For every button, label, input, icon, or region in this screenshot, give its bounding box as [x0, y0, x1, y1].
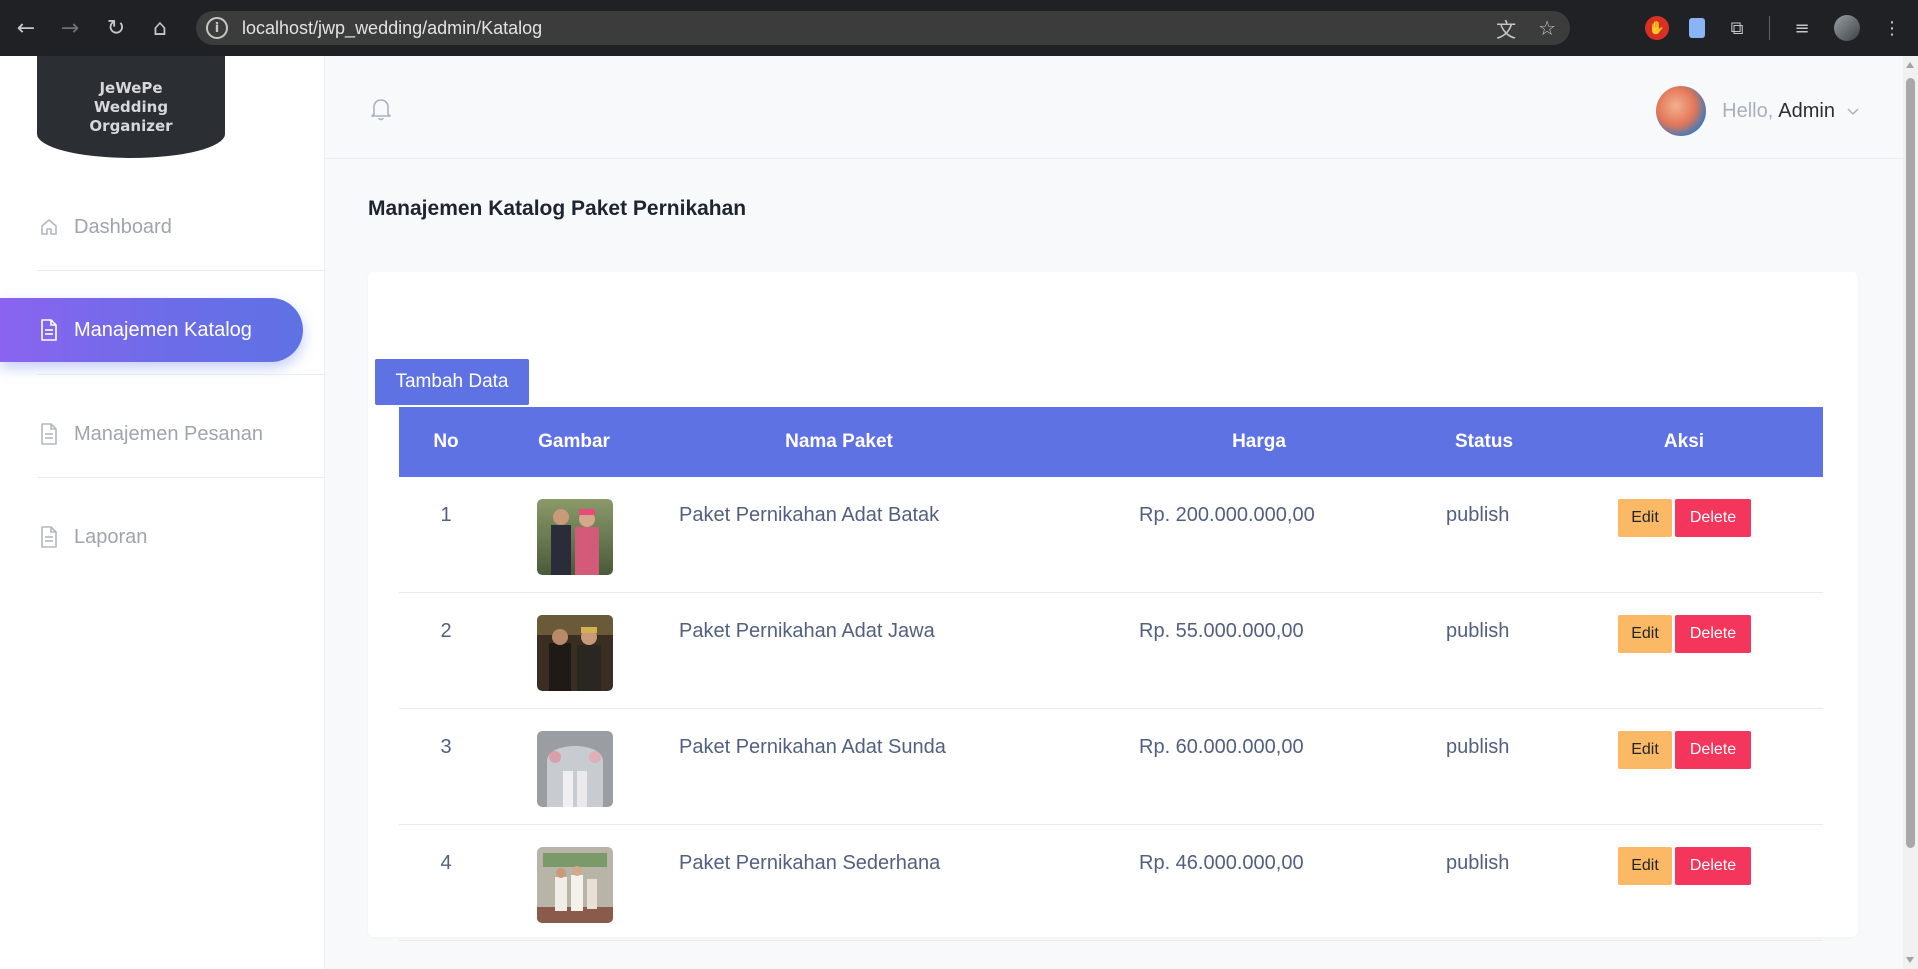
- row-number: 2: [440, 620, 452, 642]
- table-row: 4 Paket Pernikahan Sederhana Rp. 46.000.…: [399, 825, 1823, 941]
- bell-icon[interactable]: [369, 96, 393, 122]
- home-icon: [38, 216, 60, 238]
- edit-button[interactable]: Edit: [1618, 499, 1672, 537]
- logo[interactable]: JeWePe Wedding Organizer: [37, 56, 225, 158]
- table-row: 3 Paket Pernikahan Adat Sunda Rp. 60.000…: [399, 709, 1823, 825]
- avatar[interactable]: [1656, 86, 1707, 136]
- main-content: Hello, Admin Manajemen Katalog Paket Per…: [325, 56, 1903, 969]
- delete-button[interactable]: Delete: [1675, 847, 1751, 885]
- extension-blue-icon[interactable]: [1689, 18, 1705, 38]
- package-price: Rp. 46.000.000,00: [1139, 852, 1304, 874]
- column-header-nama-paket: Nama Paket: [785, 431, 893, 452]
- sidebar-divider: [37, 477, 325, 478]
- document-icon: [38, 423, 60, 445]
- row-number: 1: [440, 504, 452, 526]
- document-icon: [38, 526, 60, 548]
- address-bar[interactable]: i localhost/jwp_wedding/admin/Katalog 文 …: [196, 11, 1570, 45]
- media-control-icon[interactable]: ≡: [1790, 16, 1814, 40]
- home-icon[interactable]: ⌂: [138, 0, 182, 56]
- sidebar-item-label: Manajemen Pesanan: [74, 422, 264, 445]
- package-status: publish: [1446, 736, 1510, 758]
- page-scrollbar[interactable]: [1903, 56, 1918, 969]
- package-status: publish: [1446, 504, 1510, 526]
- scroll-up-icon[interactable]: [1906, 62, 1914, 68]
- table-row: 1 Paket Pernikahan Adat Batak Rp. 200.00…: [399, 477, 1823, 593]
- package-image: [537, 731, 613, 807]
- sidebar-item-dashboard[interactable]: Dashboard: [0, 195, 325, 259]
- package-name: Paket Pernikahan Adat Sunda: [679, 736, 946, 758]
- package-image: [537, 499, 613, 575]
- package-price: Rp. 55.000.000,00: [1139, 620, 1304, 642]
- site-info-icon[interactable]: i: [206, 17, 228, 39]
- extension-red-icon[interactable]: ✋: [1645, 16, 1669, 40]
- package-price: Rp. 60.000.000,00: [1139, 736, 1304, 758]
- package-name: Paket Pernikahan Adat Batak: [679, 504, 940, 526]
- column-header-harga: Harga: [1232, 431, 1286, 452]
- profile-icon[interactable]: [1834, 15, 1860, 41]
- translate-icon[interactable]: 文: [1496, 14, 1516, 43]
- delete-button[interactable]: Delete: [1675, 731, 1751, 769]
- sidebar-item-label: Manajemen Katalog: [74, 318, 252, 341]
- column-header-status: Status: [1454, 431, 1514, 452]
- package-image: [537, 847, 613, 923]
- column-header-aksi: Aksi: [1663, 431, 1705, 452]
- bookmark-star-icon[interactable]: ☆: [1538, 16, 1556, 40]
- sidebar-item-label: Laporan: [74, 525, 148, 548]
- delete-button[interactable]: Delete: [1675, 499, 1751, 537]
- username: Admin: [1778, 99, 1835, 122]
- edit-button[interactable]: Edit: [1618, 615, 1672, 653]
- row-number: 3: [440, 736, 452, 758]
- package-status: publish: [1446, 620, 1510, 642]
- url-text[interactable]: localhost/jwp_wedding/admin/Katalog: [242, 18, 542, 39]
- browser-toolbar: ← → ↻ ⌂ i localhost/jwp_wedding/admin/Ka…: [0, 0, 1918, 56]
- sidebar-item-label: Dashboard: [74, 215, 172, 238]
- sidebar-divider: [37, 270, 325, 271]
- table-row: 2 Paket Pernikahan Adat Jawa Rp. 55.000.…: [399, 593, 1823, 709]
- sidebar-item-manajemen-katalog[interactable]: Manajemen Katalog: [0, 298, 303, 362]
- top-header: Hello, Admin: [325, 56, 1903, 159]
- sidebar-item-laporan[interactable]: Laporan: [0, 505, 325, 569]
- package-name: Paket Pernikahan Adat Jawa: [679, 620, 935, 642]
- more-menu-icon[interactable]: ⋮: [1880, 16, 1904, 40]
- sidebar: JeWePe Wedding Organizer Dashboard Manaj…: [0, 56, 325, 969]
- extensions-puzzle-icon[interactable]: ⧉: [1725, 16, 1749, 40]
- package-image: [537, 615, 613, 691]
- forward-icon[interactable]: →: [48, 0, 92, 56]
- toolbar-separator: [1769, 16, 1770, 40]
- chevron-down-icon[interactable]: [1847, 105, 1859, 117]
- user-menu[interactable]: Hello, Admin: [1656, 86, 1859, 136]
- sidebar-item-manajemen-pesanan[interactable]: Manajemen Pesanan: [0, 402, 325, 466]
- tambah-data-button[interactable]: Tambah Data: [375, 359, 529, 405]
- delete-button[interactable]: Delete: [1675, 615, 1751, 653]
- scroll-down-icon[interactable]: [1906, 957, 1914, 963]
- document-icon: [38, 319, 60, 341]
- package-price: Rp. 200.000.000,00: [1139, 504, 1315, 526]
- package-status: publish: [1446, 852, 1510, 874]
- package-name: Paket Pernikahan Sederhana: [679, 852, 941, 874]
- reload-icon[interactable]: ↻: [94, 0, 138, 56]
- greeting-text: Hello,: [1722, 99, 1774, 122]
- page-title: Manajemen Katalog Paket Pernikahan: [368, 197, 747, 220]
- back-icon[interactable]: ←: [4, 0, 48, 56]
- scroll-thumb[interactable]: [1906, 78, 1915, 848]
- edit-button[interactable]: Edit: [1618, 731, 1672, 769]
- row-number: 4: [440, 852, 452, 874]
- logo-text: JeWePe Wedding Organizer: [89, 78, 173, 135]
- column-header-no: No: [433, 431, 459, 452]
- column-header-gambar: Gambar: [538, 431, 610, 452]
- edit-button[interactable]: Edit: [1618, 847, 1672, 885]
- sidebar-divider: [37, 374, 325, 375]
- table-header: No Gambar Nama Paket Harga Status Aksi: [399, 407, 1823, 477]
